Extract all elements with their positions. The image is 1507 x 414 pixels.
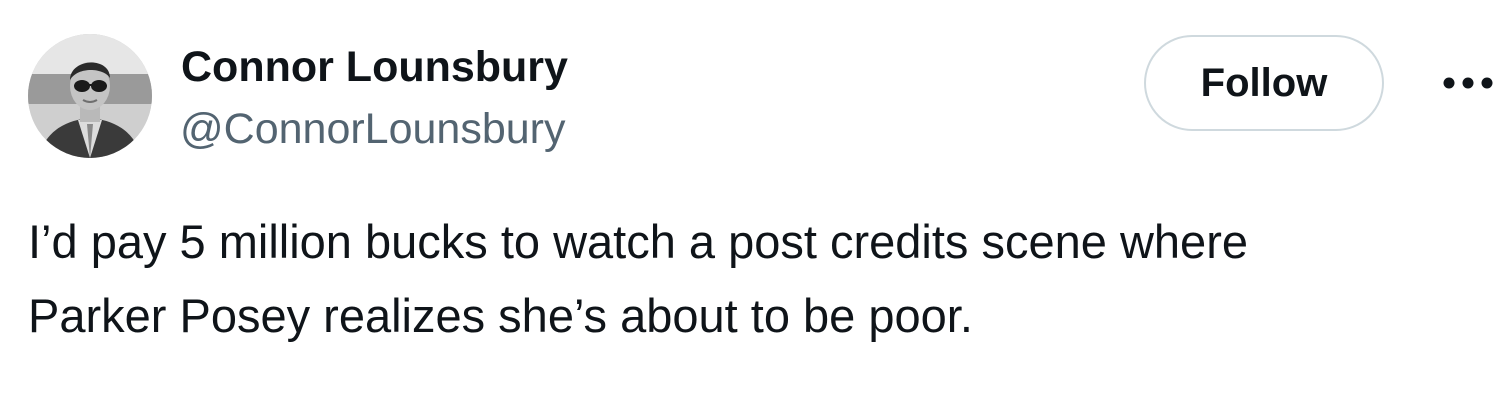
tweet-text-line: Parker Posey realizes she’s about to be … xyxy=(28,289,973,342)
follow-button[interactable]: Follow xyxy=(1144,35,1384,131)
more-horizontal-icon xyxy=(1443,77,1493,89)
more-options-button[interactable] xyxy=(1440,66,1496,100)
tweet-text: I’d pay 5 million bucks to watch a post … xyxy=(28,205,1478,353)
author-display-name[interactable]: Connor Lounsbury xyxy=(181,41,568,93)
tweet-card: Connor Lounsbury @ConnorLounsbury Follow… xyxy=(0,0,1507,414)
profile-photo-icon xyxy=(28,34,152,158)
tweet-text-line: I’d pay 5 million bucks to watch a post … xyxy=(28,215,1248,268)
author-handle[interactable]: @ConnorLounsbury xyxy=(180,103,566,155)
avatar[interactable] xyxy=(28,34,152,158)
